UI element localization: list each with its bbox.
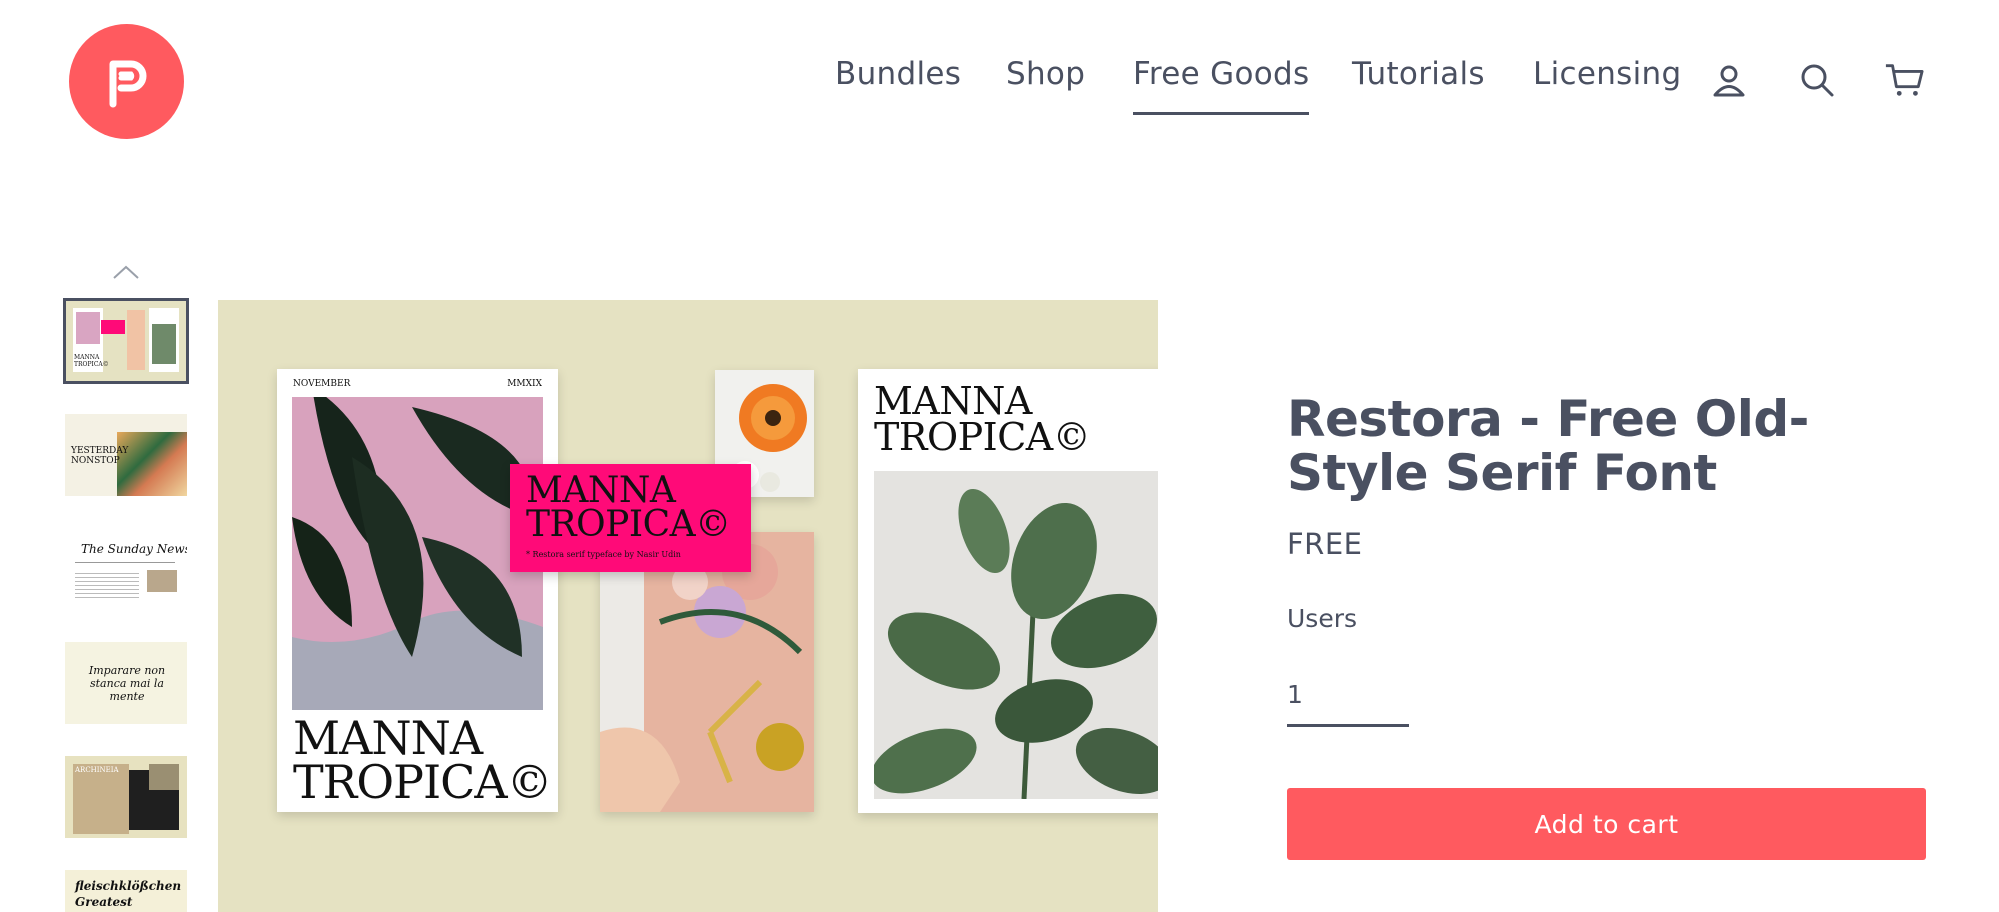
poster-month: NOVEMBER bbox=[293, 379, 351, 389]
chevron-up-icon bbox=[113, 265, 139, 279]
main-product-image[interactable]: NOVEMBER MMXIX MANNA TROPICA© MANNA TROP… bbox=[218, 300, 1158, 912]
pink-card-caption: * Restora serif typeface by Nasir Udin bbox=[526, 550, 681, 559]
nav-tutorials[interactable]: Tutorials bbox=[1352, 56, 1485, 92]
thumbnails-scroll-up[interactable] bbox=[110, 260, 142, 284]
thumbnail-5-caption: ARCHINEIA bbox=[75, 766, 119, 774]
bouquet-photo bbox=[600, 532, 814, 812]
rubber-plant-photo bbox=[874, 488, 1158, 799]
account-icon[interactable] bbox=[1709, 60, 1749, 100]
poster-title-line2: TROPICA© bbox=[293, 755, 553, 809]
nav-licensing[interactable]: Licensing bbox=[1533, 56, 1681, 92]
right-poster: MANNA TROPICA© bbox=[858, 369, 1158, 813]
search-icon[interactable] bbox=[1797, 60, 1837, 100]
left-poster: NOVEMBER MMXIX MANNA TROPICA© bbox=[277, 369, 558, 812]
thumbnail-6-caption: fleischklößchen Greatest bbox=[75, 879, 182, 909]
nav-free-goods[interactable]: Free Goods bbox=[1133, 56, 1310, 115]
add-to-cart-button[interactable]: Add to cart bbox=[1287, 788, 1926, 860]
users-label: Users bbox=[1287, 604, 1358, 633]
poster-title-line1: MANNA bbox=[293, 711, 483, 765]
thumbnail-2-caption: YESTERDAY NONSTOP bbox=[71, 446, 129, 466]
plant-photo bbox=[292, 397, 543, 657]
right-poster-title-line2: TROPICA© bbox=[874, 415, 1091, 459]
nav-shop[interactable]: Shop bbox=[1006, 56, 1085, 92]
cart-icon[interactable] bbox=[1884, 60, 1924, 100]
thumbnail-1[interactable]: MANNA TROPICA© bbox=[63, 298, 189, 384]
pink-card-title-line2: TROPICA© bbox=[526, 504, 731, 545]
thumbnail-2[interactable]: YESTERDAY NONSTOP bbox=[65, 414, 187, 496]
brand-logo[interactable] bbox=[69, 24, 184, 139]
thumbnail-6[interactable]: fleischklößchen Greatest bbox=[65, 870, 187, 912]
poster-year: MMXIX bbox=[507, 379, 542, 389]
thumbnail-4-caption: Imparare non stanca mai la mente bbox=[88, 664, 166, 703]
pink-title-card: MANNA TROPICA© * Restora serif typeface … bbox=[510, 464, 751, 572]
product-price: FREE bbox=[1287, 527, 1363, 561]
brand-p-logo-icon bbox=[109, 60, 146, 107]
thumbnail-3[interactable]: The Sunday News bbox=[65, 528, 187, 610]
right-poster-title-line1: MANNA bbox=[874, 379, 1032, 423]
product-title: Restora - Free Old-Style Serif Font bbox=[1287, 390, 1809, 502]
thumbnail-5[interactable]: ARCHINEIA bbox=[65, 756, 187, 838]
thumbnail-4[interactable]: Imparare non stanca mai la mente bbox=[65, 642, 187, 724]
thumbnail-3-caption: The Sunday News bbox=[81, 542, 187, 556]
quantity-input[interactable]: 1 bbox=[1287, 672, 1409, 727]
nav-bundles[interactable]: Bundles bbox=[835, 56, 961, 92]
thumbnail-1-caption: MANNA TROPICA© bbox=[74, 354, 109, 368]
pink-card-title-line1: MANNA bbox=[526, 470, 676, 511]
